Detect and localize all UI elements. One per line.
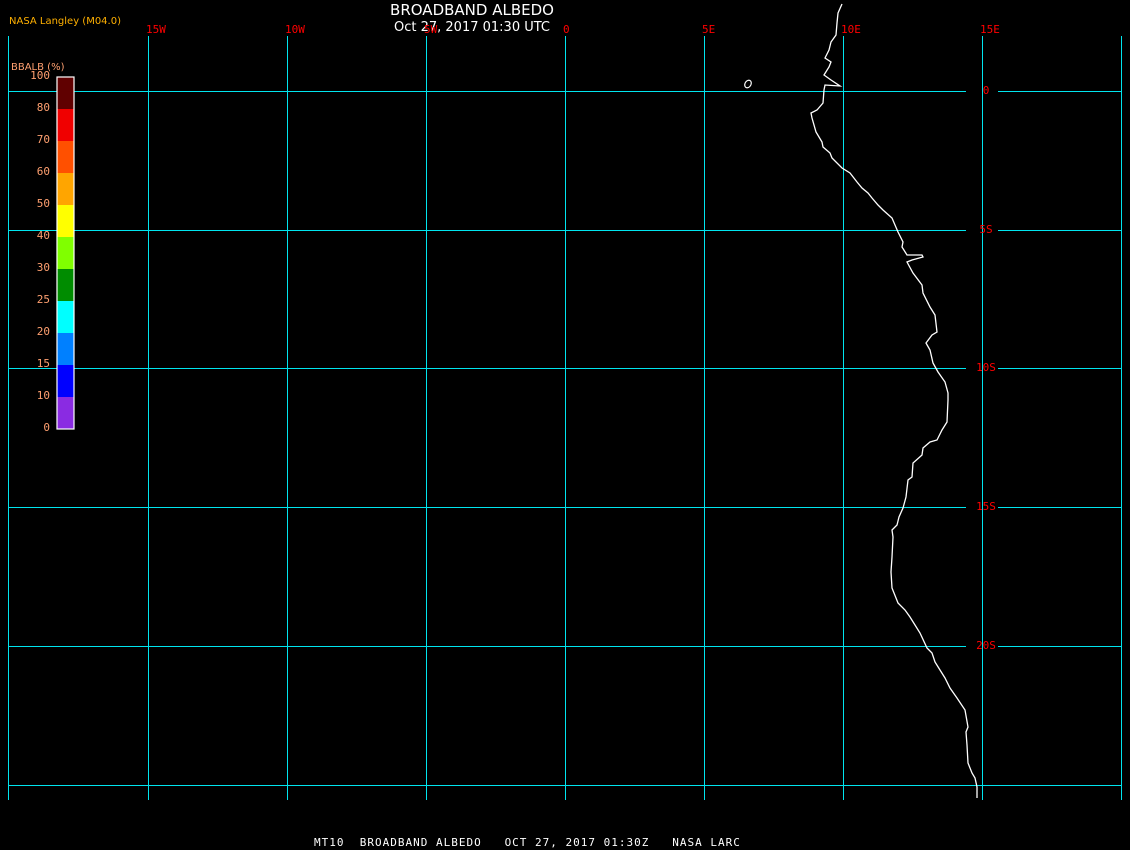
legend-color-bar: [56, 76, 75, 430]
legend-swatch: [57, 365, 74, 397]
legend-swatch: [57, 173, 74, 205]
legend-swatch: [57, 109, 74, 141]
legend-tick-label: 70: [36, 133, 50, 146]
island: [744, 79, 752, 89]
latitude-label: 15S: [976, 500, 996, 513]
latitude-label: 0: [982, 84, 990, 97]
longitude-label: 15W: [146, 23, 166, 36]
latitude-label: 20S: [976, 639, 996, 652]
map-title: BROADBAND ALBEDO: [390, 1, 554, 19]
legend-swatch: [57, 333, 74, 365]
legend-swatch: [57, 269, 74, 301]
coastline: [810, 3, 978, 798]
footer-caption: MT10 BROADBAND ALBEDO OCT 27, 2017 01:30…: [314, 836, 741, 849]
legend-tick-label: 100: [30, 69, 50, 82]
legend-tick-label: 40: [36, 229, 50, 242]
map-timestamp: Oct 27, 2017 01:30 UTC: [394, 20, 550, 35]
legend-swatch: [57, 237, 74, 269]
legend-swatch: [57, 141, 74, 173]
legend-tick-label: 50: [36, 197, 50, 210]
credit-label: NASA Langley (M04.0): [9, 16, 121, 27]
legend-tick-label: 20: [36, 325, 50, 338]
lat-lon-grid: [8, 36, 1122, 800]
legend-tick-label: 80: [36, 101, 50, 114]
longitude-label: 10E: [841, 23, 861, 36]
legend-tick-label: 15: [36, 357, 50, 370]
longitude-label: 0: [563, 23, 570, 36]
longitude-label: 10W: [285, 23, 305, 36]
legend-tick-label: 30: [36, 261, 50, 274]
legend-swatch: [57, 397, 74, 429]
longitude-label: 15E: [980, 23, 1000, 36]
longitude-label: 5E: [702, 23, 716, 36]
latitude-label: 10S: [976, 361, 996, 374]
legend-tick-label: 0: [43, 421, 50, 434]
longitude-label: 5W: [424, 23, 438, 36]
legend-swatch: [57, 77, 74, 109]
legend-tick-label: 60: [36, 165, 50, 178]
latitude-label: 5S: [979, 223, 993, 236]
legend-tick-label: 25: [36, 293, 50, 306]
map-canvas: [8, 3, 1122, 800]
legend-tick-label: 10: [36, 389, 50, 402]
legend-swatch: [57, 205, 74, 237]
legend-swatch: [57, 301, 74, 333]
